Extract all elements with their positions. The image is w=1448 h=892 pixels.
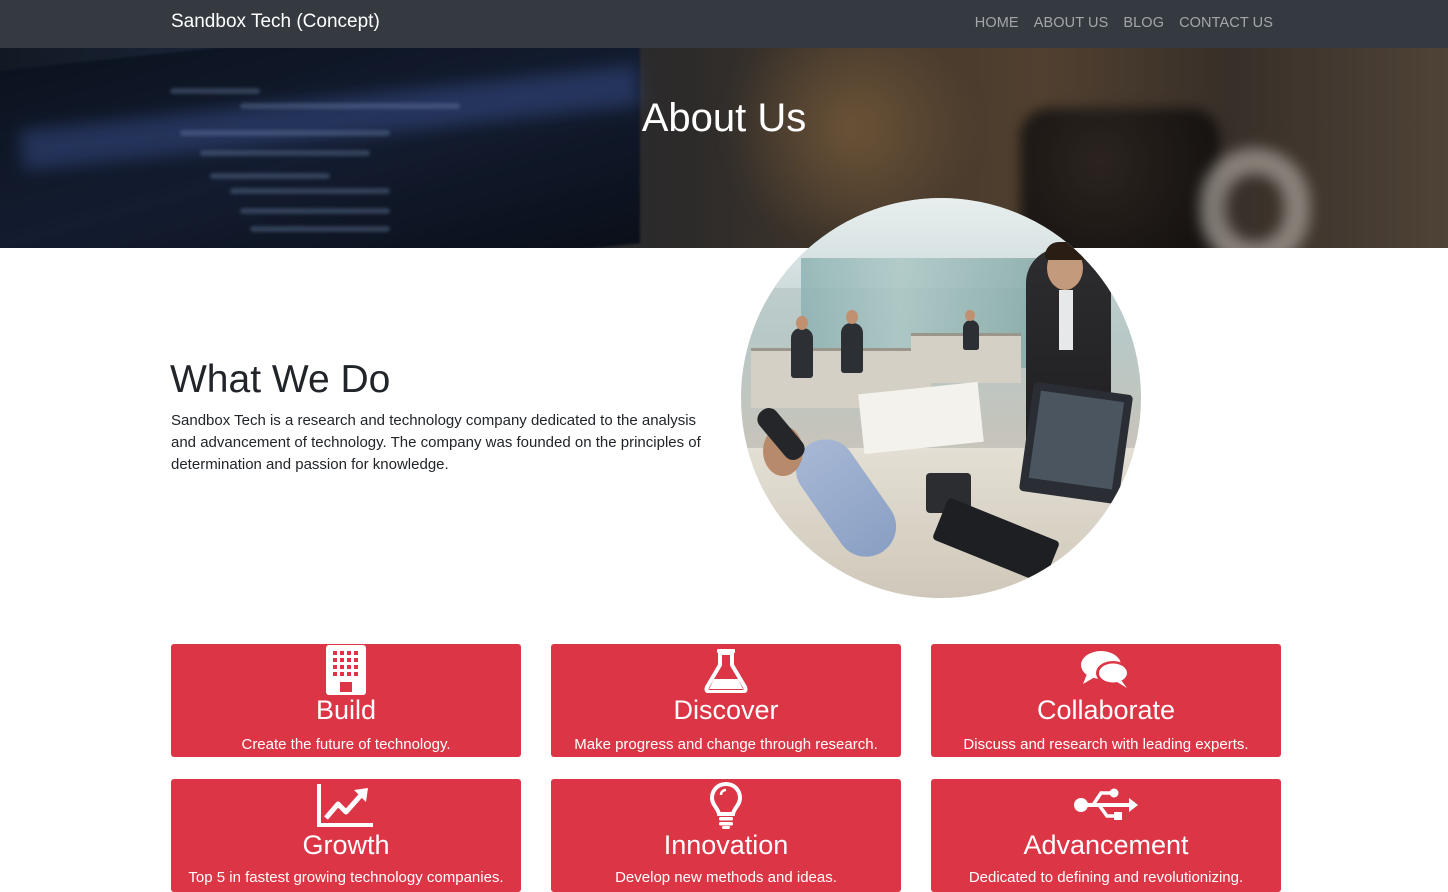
nav-link-contact-us[interactable]: CONTACT US xyxy=(1179,15,1273,31)
navbar: Sandbox Tech (Concept) HOME ABOUT US BLO… xyxy=(0,0,1448,48)
nav-link-blog[interactable]: BLOG xyxy=(1123,15,1164,31)
feature-card-build[interactable]: Build Create the future of technology. xyxy=(171,644,521,757)
card-text: Develop new methods and ideas. xyxy=(615,869,837,886)
line-chart-icon xyxy=(317,784,373,827)
card-text: Top 5 in fastest growing technology comp… xyxy=(188,869,504,886)
card-title: Collaborate xyxy=(1036,695,1176,725)
building-icon xyxy=(326,645,366,695)
feature-card-discover[interactable]: Discover Make progress and change throug… xyxy=(551,644,901,757)
card-text: Make progress and change through researc… xyxy=(574,736,878,753)
nav-links: HOME ABOUT US BLOG CONTACT US xyxy=(975,15,1273,31)
page-title: About Us xyxy=(641,96,807,140)
about-heading: What We Do xyxy=(170,358,391,401)
feature-card-advancement[interactable]: Advancement Dedicated to defining and re… xyxy=(931,779,1281,892)
nav-link-about-us[interactable]: ABOUT US xyxy=(1034,15,1109,31)
lightbulb-icon xyxy=(709,781,743,829)
usb-icon xyxy=(1074,788,1138,820)
feature-card-innovation[interactable]: Innovation Develop new methods and ideas… xyxy=(551,779,901,892)
nav-link-home[interactable]: HOME xyxy=(975,15,1019,31)
card-title: Innovation xyxy=(663,830,789,860)
card-title: Growth xyxy=(302,830,390,860)
flask-icon xyxy=(704,649,748,693)
office-photo xyxy=(741,198,1141,598)
card-title: Discover xyxy=(673,695,779,725)
card-text: Dedicated to defining and revolutionizin… xyxy=(968,869,1244,886)
feature-card-collaborate[interactable]: Collaborate Discuss and research with le… xyxy=(931,644,1281,757)
about-description: Sandbox Tech is a research and technolog… xyxy=(171,412,701,473)
card-title: Advancement xyxy=(1023,830,1189,860)
hero-banner: About Us xyxy=(0,48,1448,248)
card-title: Build xyxy=(315,695,377,725)
brand-link[interactable]: Sandbox Tech (Concept) xyxy=(171,11,380,33)
feature-card-growth[interactable]: Growth Top 5 in fastest growing technolo… xyxy=(171,779,521,892)
comments-icon xyxy=(1081,651,1130,688)
card-text: Create the future of technology. xyxy=(241,736,451,753)
card-text: Discuss and research with leading expert… xyxy=(963,736,1249,753)
